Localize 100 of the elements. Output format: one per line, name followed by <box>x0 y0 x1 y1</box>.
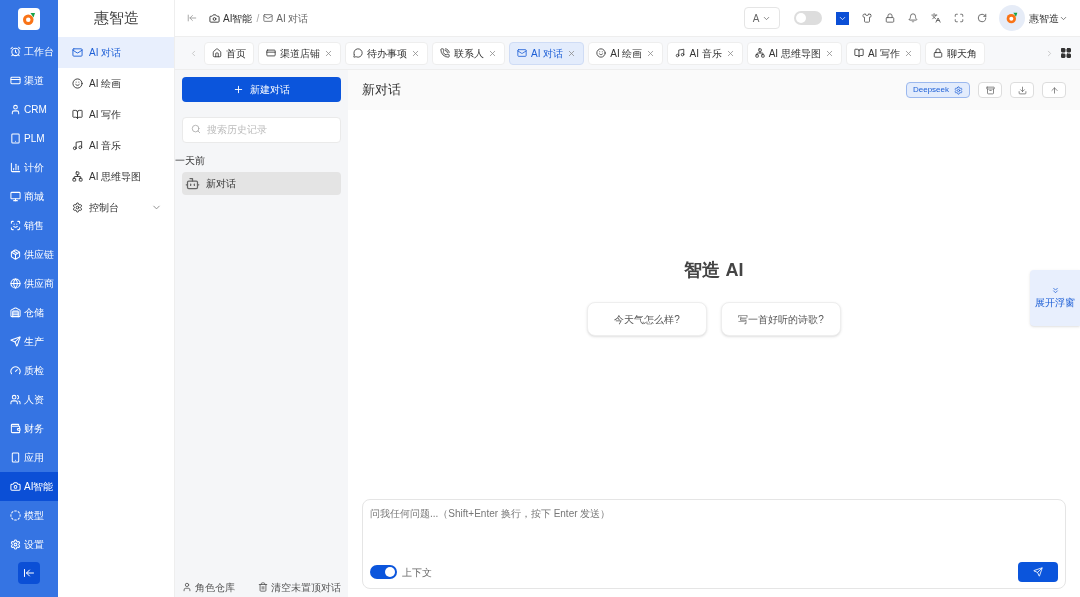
theme-toggle[interactable] <box>794 11 822 25</box>
nav-icon <box>10 220 21 231</box>
nav-item[interactable]: 销售 <box>0 211 58 240</box>
context-toggle[interactable] <box>370 565 397 579</box>
close-icon[interactable] <box>567 48 577 58</box>
nav-item[interactable]: CRM <box>0 95 58 124</box>
clear-chats-link[interactable]: 清空未置顶对话 <box>258 579 341 595</box>
fold-icon[interactable] <box>187 13 197 23</box>
fullscreen-icon[interactable] <box>954 13 964 23</box>
breadcrumb-current: AI 对话 <box>276 11 309 26</box>
breadcrumb-link[interactable]: AI智能 <box>223 10 253 26</box>
tab-icon <box>440 48 450 58</box>
nav-icon <box>10 539 21 550</box>
history-item[interactable]: 新对话 <box>182 171 341 195</box>
submenu-item[interactable]: AI 音乐 <box>58 130 174 161</box>
close-icon[interactable] <box>646 48 656 58</box>
close-icon[interactable] <box>824 48 834 58</box>
nav-item[interactable]: 供应商 <box>0 269 58 298</box>
tab-icon <box>933 48 944 58</box>
arrow-up-icon <box>1049 85 1059 95</box>
model-select[interactable]: Deepseek <box>905 82 970 98</box>
suggestion-button[interactable]: 写一首好听的诗歌? <box>721 302 841 336</box>
close-icon[interactable] <box>725 48 735 58</box>
new-chat-button[interactable]: 新建对话 <box>182 77 341 102</box>
page-tab[interactable]: 聊天角 <box>925 41 986 65</box>
nav-icon <box>10 307 21 318</box>
welcome-heading: 智造 AI <box>684 259 744 282</box>
color-picker[interactable] <box>836 11 849 25</box>
close-icon[interactable] <box>411 48 420 58</box>
close-icon[interactable] <box>488 48 497 58</box>
nav-item[interactable]: AI智能 <box>0 472 58 501</box>
message-field[interactable]: 问我任何问题...（Shift+Enter 换行，按下 Enter 发送） <box>370 506 1058 562</box>
nav-icon <box>10 46 21 57</box>
menu-icon <box>72 109 83 120</box>
nav-item[interactable]: 设置 <box>0 530 58 559</box>
submenu-item[interactable]: AI 写作 <box>58 99 174 130</box>
nav-item[interactable]: 质检 <box>0 356 58 385</box>
nav-item[interactable]: 模型 <box>0 501 58 530</box>
collapse-button[interactable] <box>18 562 40 584</box>
close-icon[interactable] <box>324 48 333 58</box>
download-icon <box>1017 85 1027 95</box>
nav-icon <box>10 278 21 289</box>
submenu-item[interactable]: 控制台 <box>58 192 174 223</box>
nav-icon <box>10 191 21 202</box>
submenu-item[interactable]: AI 绘画 <box>58 68 174 99</box>
page-tab[interactable]: 联系人 <box>432 41 505 65</box>
upload-button[interactable] <box>1042 82 1066 98</box>
page-tab[interactable]: 渠道店铺 <box>258 41 341 65</box>
nav-item[interactable]: 商城 <box>0 182 58 211</box>
close-icon[interactable] <box>904 48 914 58</box>
page-tab[interactable]: AI 音乐 <box>667 41 743 65</box>
grid-icon[interactable] <box>1060 47 1072 59</box>
nav-icon <box>10 249 21 260</box>
tab-icon <box>353 48 363 58</box>
bell-icon[interactable] <box>908 13 918 23</box>
menu-icon <box>72 202 83 213</box>
download-button[interactable] <box>1010 82 1034 98</box>
send-icon <box>1033 567 1043 577</box>
user-name[interactable]: 惠智造 <box>1029 10 1059 26</box>
shirt-icon[interactable] <box>862 13 872 23</box>
nav-item[interactable]: 仓储 <box>0 298 58 327</box>
breadcrumb-separator: / <box>256 11 260 26</box>
app-logo[interactable] <box>18 7 40 30</box>
page-tab[interactable]: AI 对话 <box>509 41 585 65</box>
archive-button[interactable] <box>978 82 1002 98</box>
nav-item[interactable]: 人资 <box>0 385 58 414</box>
archive-icon <box>985 85 995 95</box>
suggestion-button[interactable]: 今天气怎么样? <box>587 302 707 336</box>
user-avatar[interactable] <box>999 5 1025 31</box>
send-button[interactable] <box>1018 562 1058 582</box>
brand-title: 惠智造 <box>93 8 139 29</box>
nav-item[interactable]: 计价 <box>0 153 58 182</box>
page-tab[interactable]: 首页 <box>204 41 254 65</box>
float-window-button[interactable]: 展开浮窗 <box>1030 270 1080 326</box>
page-tab[interactable]: 待办事项 <box>345 41 428 65</box>
nav-item[interactable]: 供应链 <box>0 240 58 269</box>
nav-item[interactable]: 应用 <box>0 443 58 472</box>
nav-item[interactable]: 生产 <box>0 327 58 356</box>
tab-icon <box>596 48 607 58</box>
bot-icon <box>185 175 200 191</box>
nav-item[interactable]: 渠道 <box>0 66 58 95</box>
page-tab[interactable]: AI 写作 <box>845 41 922 65</box>
nav-item[interactable]: 财务 <box>0 414 58 443</box>
page-tab[interactable]: AI 绘画 <box>588 41 664 65</box>
submenu-item[interactable]: AI 对话 <box>58 37 174 68</box>
submenu-item[interactable]: AI 思维导图 <box>58 161 174 192</box>
role-library-link[interactable]: 角色仓库 <box>182 579 235 595</box>
context-label: 上下文 <box>402 565 432 580</box>
font-size-select[interactable]: A <box>744 7 780 29</box>
scroll-right-icon[interactable] <box>1045 48 1054 58</box>
nav-item[interactable]: PLM <box>0 124 58 153</box>
lock-icon[interactable] <box>885 13 895 23</box>
refresh-icon[interactable] <box>977 13 987 23</box>
message-input[interactable]: 问我任何问题...（Shift+Enter 换行，按下 Enter 发送） 上下文 <box>362 499 1066 589</box>
tab-icon <box>754 48 765 58</box>
nav-item[interactable]: 工作台 <box>0 37 58 66</box>
translate-icon[interactable] <box>931 13 941 23</box>
menu-icon <box>72 78 83 89</box>
page-tab[interactable]: AI 思维导图 <box>746 41 842 65</box>
scroll-left-icon[interactable] <box>189 48 198 58</box>
